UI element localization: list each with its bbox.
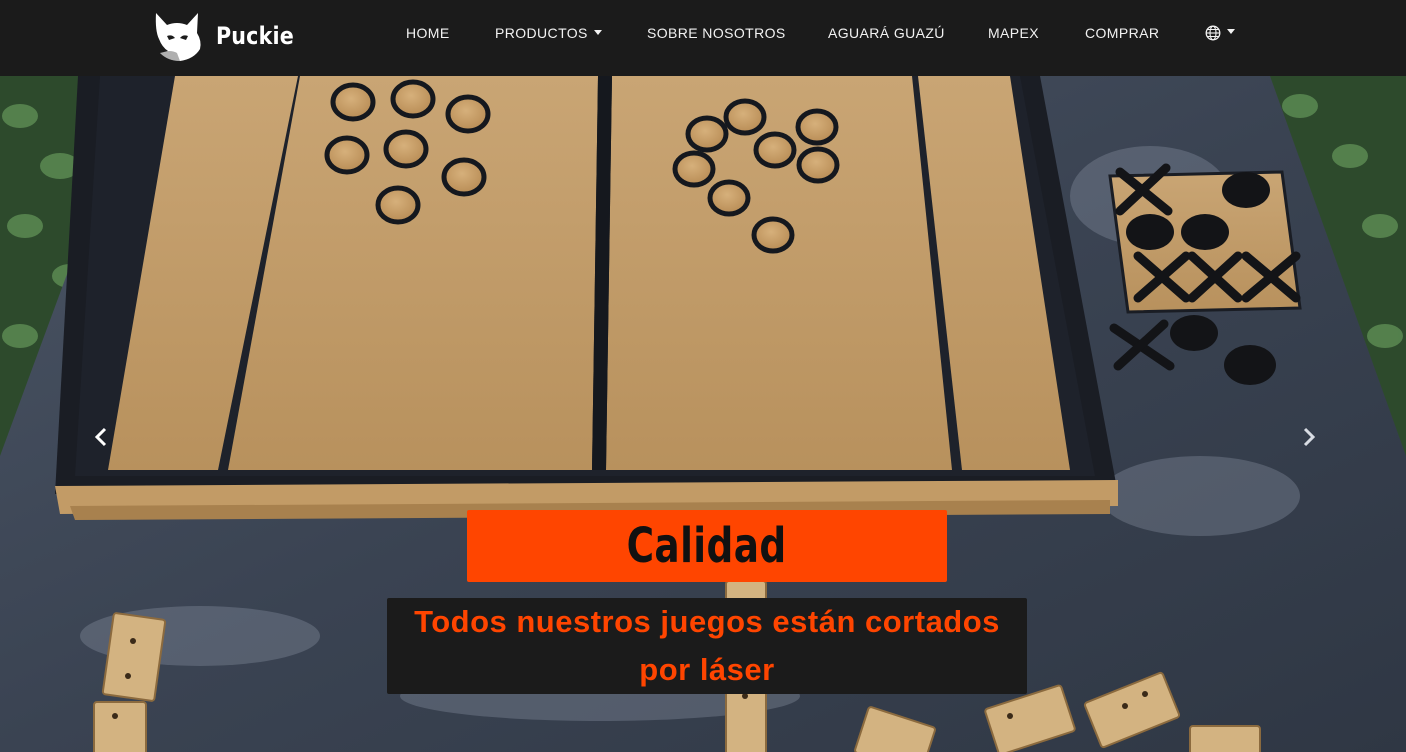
brand-link[interactable]: Puckie	[150, 8, 307, 64]
nav-productos-label: PRODUCTOS	[495, 25, 588, 41]
carousel-subtitle-text: Todos nuestros juegos están cortados por…	[414, 604, 1000, 687]
language-selector[interactable]	[1205, 25, 1235, 41]
nav-productos[interactable]: PRODUCTOS	[495, 25, 602, 41]
carousel-next-button[interactable]	[1294, 422, 1324, 452]
nav-home[interactable]: HOME	[406, 25, 450, 41]
caret-down-icon	[593, 29, 602, 35]
fox-head-icon	[155, 13, 201, 61]
carousel-caption-title: Calidad	[467, 510, 947, 582]
caret-down-icon	[1227, 28, 1235, 34]
nav-sobre-nosotros[interactable]: SOBRE NOSOTROS	[647, 25, 786, 41]
carousel-title-text: Calidad	[626, 518, 787, 574]
nav-comprar[interactable]: COMPRAR	[1085, 25, 1159, 41]
nav-mapex[interactable]: MAPEX	[988, 25, 1039, 41]
hero-carousel: Calidad Todos nuestros juegos están cort…	[0, 76, 1406, 752]
brand-name: Puckie	[216, 22, 294, 50]
nav-aguara-guazu[interactable]: AGUARÁ GUAZÚ	[828, 25, 945, 41]
chevron-left-icon	[94, 427, 107, 447]
globe-icon	[1205, 25, 1221, 41]
carousel-caption-subtitle: Todos nuestros juegos están cortados por…	[387, 598, 1027, 694]
chevron-right-icon	[1303, 427, 1316, 447]
top-navbar: Puckie HOME PRODUCTOS SOBRE NOSOTROS AGU…	[0, 0, 1406, 76]
carousel-prev-button[interactable]	[86, 422, 116, 452]
